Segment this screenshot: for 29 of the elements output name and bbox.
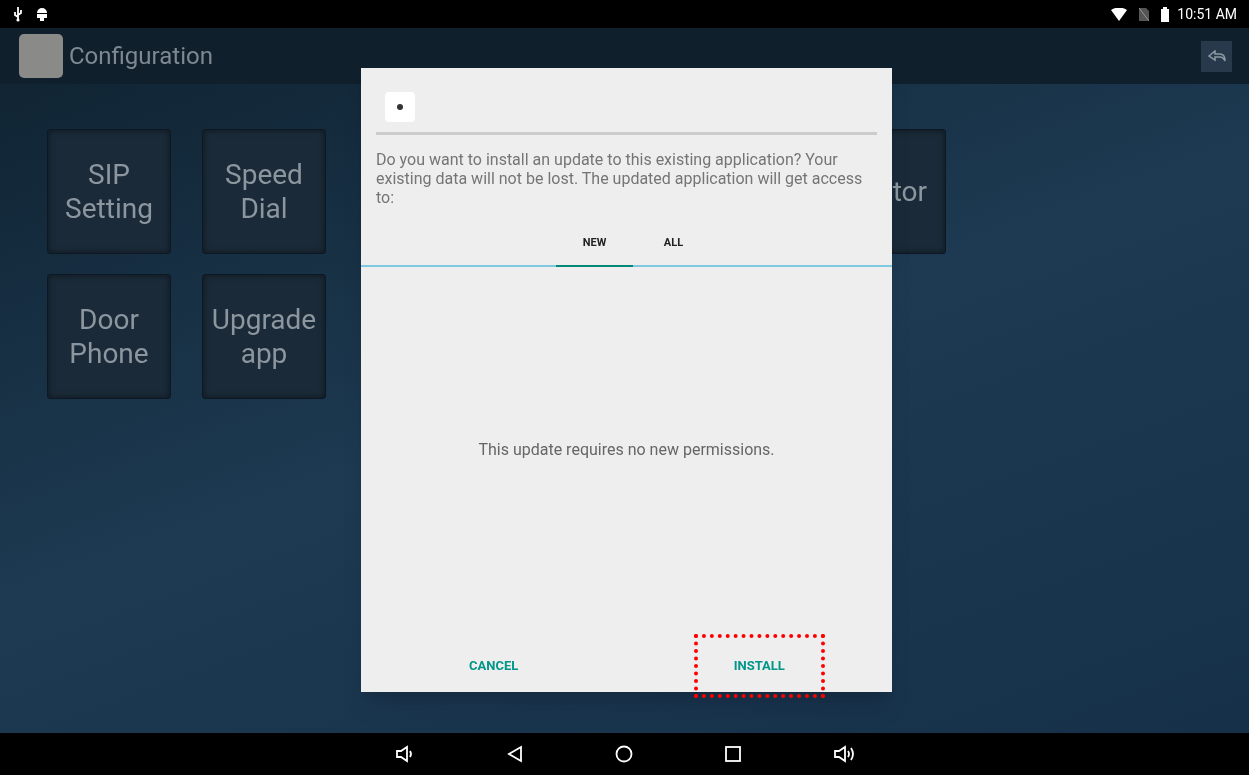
tile-label: Upgrade app [210,302,318,371]
usb-icon [12,6,24,22]
battery-icon [1161,6,1170,22]
tile-label: Speed Dial [224,157,304,226]
settings-tile[interactable]: SIP Setting [47,129,171,254]
settings-tile[interactable]: Door Phone [47,274,171,399]
dialog-message: Do you want to install an update to this existing application? Your existing data will not be lost. The updated application will get access to: [376,150,864,207]
permissions-message: This update requires no new permissions. [478,438,775,461]
permission-tab[interactable]: ALL [635,221,712,267]
home-icon[interactable] [614,745,633,763]
volume-up-icon[interactable] [832,745,855,763]
app-logo-icon [19,34,63,78]
back-icon[interactable] [506,745,523,763]
settings-tile[interactable]: Upgrade app [202,274,326,399]
back-button[interactable] [1201,40,1232,72]
tile-label: Door Phone [68,302,150,371]
settings-tile[interactable]: Speed Dial [202,129,326,254]
volume-down-icon[interactable] [394,745,415,763]
clock: 10:51 AM [1177,4,1237,24]
app-logo-icon [385,92,415,122]
tile-label: tor [892,174,927,209]
permission-tab[interactable]: NEW [556,221,633,267]
dialog-button[interactable]: CANCEL [433,638,555,694]
wifi-icon [1111,7,1128,21]
app-title: Configuration [69,41,213,72]
recents-icon[interactable] [724,746,741,762]
reply-icon [1207,50,1226,62]
tile-label: SIP Setting [64,157,154,226]
no-sim-icon [1139,7,1150,21]
